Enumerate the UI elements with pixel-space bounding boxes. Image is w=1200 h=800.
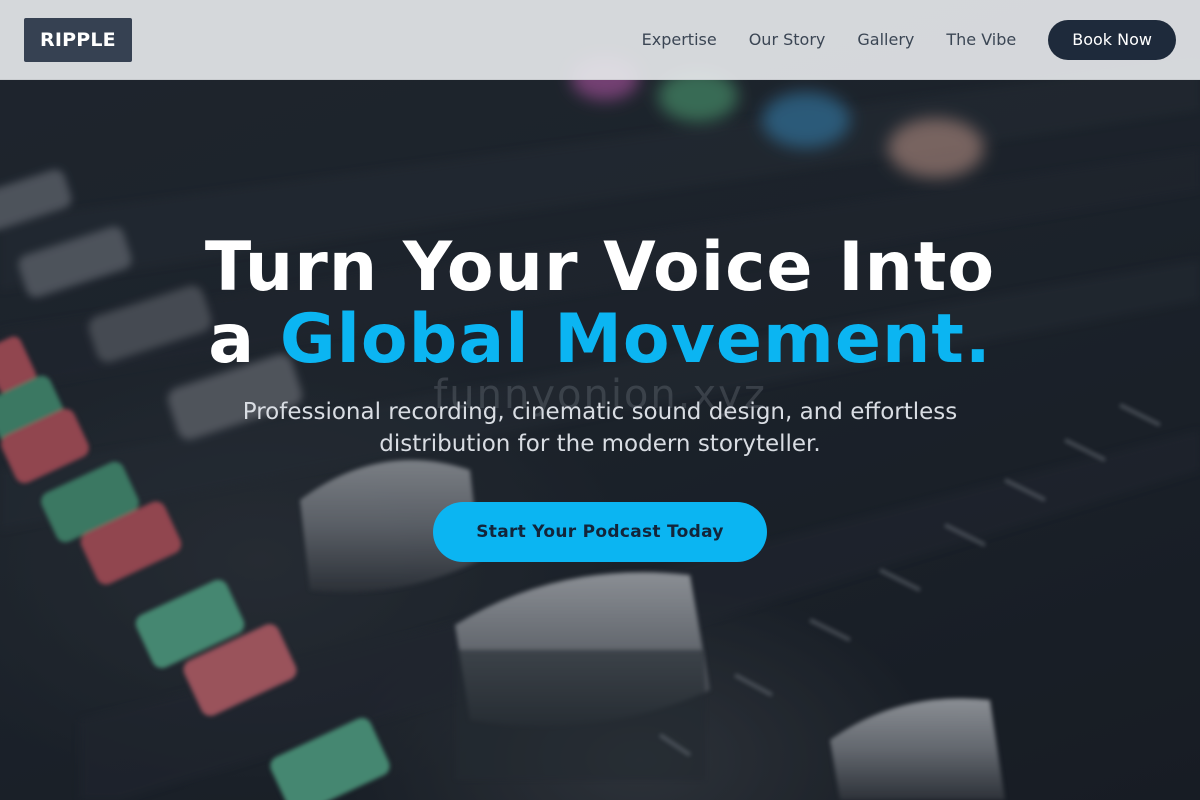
hero-section: Turn Your Voice Into a Global Movement. … bbox=[0, 232, 1200, 562]
hero-title-line2-prefix: a bbox=[208, 300, 280, 379]
main-nav: Expertise Our Story Gallery The Vibe Boo… bbox=[642, 19, 1176, 60]
start-podcast-button[interactable]: Start Your Podcast Today bbox=[433, 502, 767, 562]
hero-title-accent: Global Movement. bbox=[279, 300, 992, 379]
nav-link-our-story[interactable]: Our Story bbox=[749, 30, 826, 49]
book-now-button[interactable]: Book Now bbox=[1048, 19, 1176, 60]
nav-link-gallery[interactable]: Gallery bbox=[857, 30, 914, 49]
nav-link-expertise[interactable]: Expertise bbox=[642, 30, 717, 49]
hero-title-line1: Turn Your Voice Into bbox=[204, 228, 996, 307]
brand-logo[interactable]: RIPPLE bbox=[24, 17, 132, 62]
hero-subtitle: Professional recording, cinematic sound … bbox=[242, 399, 958, 457]
hero-title: Turn Your Voice Into a Global Movement. bbox=[0, 232, 1200, 376]
top-navbar: RIPPLE Expertise Our Story Gallery The V… bbox=[0, 0, 1200, 80]
nav-link-the-vibe[interactable]: The Vibe bbox=[946, 30, 1016, 49]
